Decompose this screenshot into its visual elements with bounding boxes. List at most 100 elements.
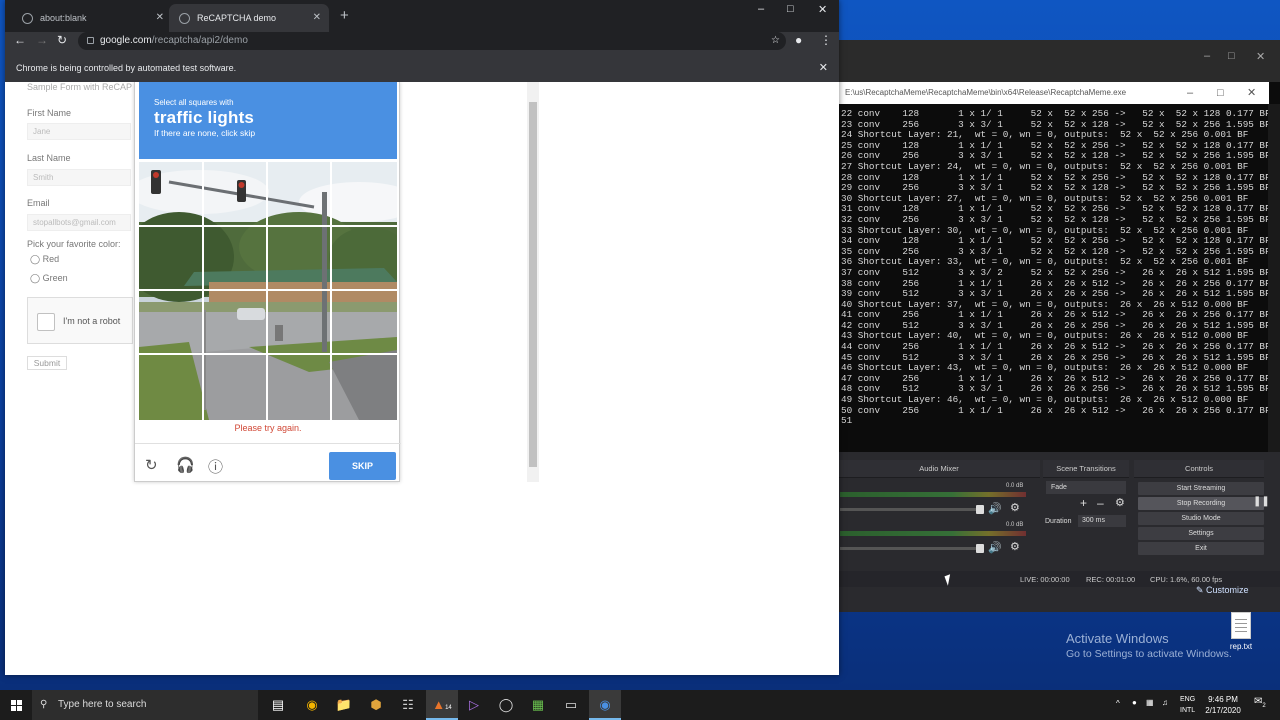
menu-icon[interactable]: ⋮ — [820, 33, 832, 47]
gear-icon[interactable]: ⚙ — [1010, 501, 1020, 514]
skip-button[interactable]: SKIP — [329, 452, 396, 480]
transition-value: Fade — [1051, 484, 1067, 491]
chrome-active-icon[interactable]: ◉ — [589, 690, 621, 720]
controls-label: Controls — [1185, 464, 1213, 473]
grid-tile[interactable] — [330, 162, 393, 225]
headphones-icon[interactable]: 🎧 — [176, 456, 195, 474]
volume-slider-1[interactable] — [840, 505, 984, 514]
close-icon[interactable]: ✕ — [818, 3, 827, 16]
stop-recording-button[interactable]: Stop Recording — [1138, 497, 1264, 510]
close-icon[interactable]: ✕ — [1256, 50, 1265, 63]
grid-tile[interactable] — [202, 225, 265, 420]
search-icon: ⚲ — [40, 699, 48, 710]
grid-tile[interactable] — [266, 162, 329, 225]
last-name-label: Last Name — [27, 153, 71, 163]
console-icon[interactable]: ▭ — [555, 690, 587, 720]
console-scrollbar[interactable] — [1268, 104, 1280, 452]
remove-icon[interactable]: – — [1097, 496, 1104, 510]
app-icon[interactable]: ⬢ — [360, 690, 392, 720]
transition-select[interactable]: Fade — [1046, 481, 1126, 494]
tab-about-blank[interactable]: about:blank ✕ — [12, 4, 172, 32]
clock[interactable]: 9:46 PM 2/17/2020 — [1200, 694, 1246, 716]
maximize-icon[interactable]: □ — [787, 3, 794, 15]
reload-icon[interactable]: ↻ — [57, 33, 67, 47]
star-icon[interactable]: ☆ — [771, 32, 780, 50]
first-name-field[interactable]: Jane — [27, 123, 131, 140]
close-tab-icon[interactable]: ✕ — [313, 4, 321, 32]
task-view-icon[interactable]: ▤ — [262, 690, 294, 720]
file-explorer-icon[interactable]: 📁 — [328, 690, 360, 720]
clock-time: 9:46 PM — [1208, 695, 1238, 704]
microphone-icon[interactable]: ● — [1132, 698, 1137, 707]
skip-hint: If there are none, click skip — [154, 128, 256, 138]
sample-form: Sample Form with ReCAP First Name Jane L… — [27, 82, 133, 392]
duration-input[interactable]: 300 ms — [1078, 515, 1126, 527]
recorder-app-icon[interactable]: ▲14 — [426, 690, 458, 720]
browser-toolbar: ← → ↻ google.com/recaptcha/api2/demo ☆ ●… — [5, 32, 839, 52]
notification-icon[interactable]: ✉2 — [1254, 696, 1266, 709]
chrome-taskbar-icon[interactable]: ◉ — [296, 690, 328, 720]
add-icon[interactable]: + — [1080, 496, 1087, 510]
close-tab-icon[interactable]: ✕ — [156, 4, 164, 32]
last-name-field[interactable]: Smith — [27, 169, 131, 186]
info-icon[interactable]: ⓘ — [208, 456, 223, 477]
grid-tile[interactable] — [266, 225, 329, 420]
volume-slider-2[interactable] — [840, 544, 984, 553]
lang-code: ENG — [1180, 696, 1196, 703]
globe-icon — [22, 13, 33, 24]
studio-mode-button[interactable]: Studio Mode — [1138, 512, 1264, 525]
tab-recaptcha-demo[interactable]: ReCAPTCHA demo ✕ — [169, 4, 329, 32]
page-scrollbar[interactable] — [527, 82, 539, 482]
taskbar-search[interactable]: ⚲ Type here to search — [32, 690, 258, 720]
console-line: 32 conv 256 3 x 3/ 1 52 x 52 x 128 -> 52… — [841, 213, 1271, 225]
settings-button[interactable]: Settings — [1138, 527, 1264, 540]
not-robot-checkbox[interactable] — [37, 313, 55, 331]
console-close-icon[interactable]: ✕ — [1247, 82, 1256, 104]
infobar-text: Chrome is being controlled by automated … — [16, 63, 237, 73]
minimize-icon[interactable]: – — [1204, 50, 1210, 62]
database-icon[interactable]: ☷ — [392, 690, 424, 720]
grid-tile[interactable] — [330, 225, 393, 420]
pause-icon[interactable]: ❚❚ — [1253, 496, 1270, 507]
email-field[interactable]: stopallbots@gmail.com — [27, 214, 131, 231]
grid-tile[interactable] — [202, 162, 265, 225]
start-streaming-button[interactable]: Start Streaming — [1138, 482, 1264, 495]
visual-studio-icon[interactable]: ▷ — [458, 690, 490, 720]
radio-green-label: Green — [42, 273, 68, 283]
customize-label: Customize — [1206, 585, 1249, 595]
nvidia-icon[interactable]: ▦ — [522, 690, 554, 720]
console-title: E:\us\RecaptchaMeme\RecaptchaMeme\bin\x6… — [839, 82, 1269, 104]
profile-icon[interactable]: ● — [795, 33, 802, 47]
speaker-icon[interactable]: 🔊 — [988, 541, 1002, 554]
console-maximize-icon[interactable]: □ — [1217, 82, 1224, 104]
exit-button[interactable]: Exit — [1138, 542, 1264, 555]
status-cpu: CPU: 1.6%, 60.00 fps — [1150, 575, 1223, 584]
close-infobar-icon[interactable]: ✕ — [819, 52, 828, 84]
address-bar[interactable]: google.com/recaptcha/api2/demo ☆ — [78, 32, 786, 50]
tab-label: ReCAPTCHA demo — [197, 13, 277, 23]
input-language[interactable]: ENG INTL — [1180, 694, 1195, 716]
gear-icon[interactable]: ⚙ — [1010, 540, 1020, 553]
back-icon[interactable]: ← — [14, 33, 26, 47]
radio-red[interactable]: ◯ Red — [30, 254, 59, 265]
speaker-icon[interactable]: 🔊 — [988, 502, 1002, 515]
audio-meter-2 — [840, 531, 1026, 536]
start-button[interactable] — [0, 690, 32, 720]
customize-link[interactable]: ✎ Customize — [1196, 585, 1249, 596]
gear-icon[interactable]: ⚙ — [1115, 496, 1125, 509]
volume-icon[interactable]: ♫ — [1162, 698, 1168, 707]
submit-button[interactable]: Submit — [27, 356, 67, 370]
console-minimize-icon[interactable]: – — [1187, 82, 1193, 104]
obs-icon[interactable]: ◯ — [490, 690, 522, 720]
chevron-up-icon[interactable]: ^ — [1116, 699, 1120, 708]
url-host: google.com — [100, 35, 152, 46]
radio-green[interactable]: ◯ Green — [30, 273, 68, 284]
maximize-icon[interactable]: □ — [1228, 50, 1235, 62]
new-tab-plus-icon[interactable]: + — [340, 7, 349, 24]
console-line: 27 Shortcut Layer: 24, wt = 0, wn = 0, o… — [841, 160, 1249, 172]
network-icon[interactable]: ▦ — [1146, 698, 1154, 707]
reload-icon[interactable]: ↻ — [145, 456, 158, 474]
minimize-icon[interactable]: – — [758, 3, 764, 15]
scrollbar-thumb[interactable] — [529, 102, 537, 467]
forward-icon[interactable]: → — [36, 33, 48, 47]
